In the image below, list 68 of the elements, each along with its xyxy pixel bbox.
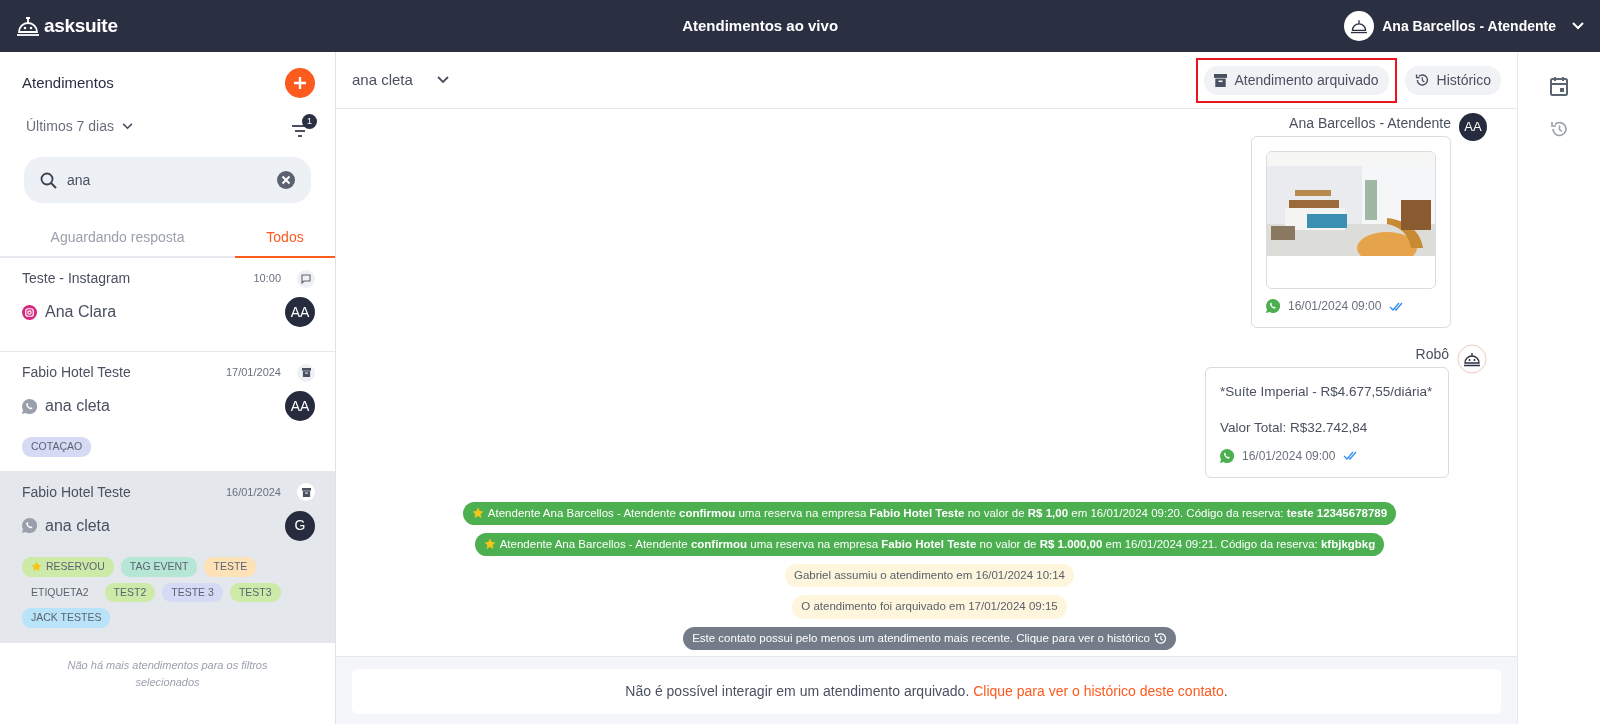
reservation-event: Atendente Ana Barcellos - Atendente confirmou uma reserva na empresa Fabio Hotel Teste no valor de R$ 1.000,00 em 16/01/2024 09:21. Código da reserva: kfbjkgbkg bbox=[474, 532, 1385, 556]
archive-icon bbox=[1213, 73, 1227, 87]
whatsapp-icon bbox=[1266, 299, 1280, 313]
star-icon bbox=[471, 507, 484, 520]
caret-icon[interactable] bbox=[121, 123, 133, 130]
tag: RESERVOU bbox=[22, 556, 114, 577]
tag: TESTE 3 bbox=[162, 582, 223, 603]
user-name[interactable]: Ana Barcellos - Atendente bbox=[1382, 15, 1556, 37]
conversation-item[interactable]: Fabio Hotel Teste 17/01/2024 ana cleta AA COTAÇAO bbox=[0, 352, 335, 472]
tag: JACK TESTES bbox=[22, 608, 111, 628]
history-icon bbox=[1153, 631, 1167, 645]
plus-icon bbox=[293, 76, 307, 90]
period-dropdown[interactable]: Últimos 7 dias bbox=[26, 116, 114, 137]
conversation-title: Fabio Hotel Teste bbox=[22, 482, 132, 502]
history-icon bbox=[1414, 73, 1429, 87]
history-icon[interactable] bbox=[1550, 120, 1568, 138]
message-time: 16/01/2024 09:00 bbox=[1242, 447, 1336, 465]
archived-status-button[interactable]: Atendimento arquivado bbox=[1203, 65, 1389, 95]
agent-avatar: AA bbox=[285, 391, 315, 421]
sender-name: Ana Barcellos - Atendente bbox=[1289, 114, 1451, 133]
logo-icon bbox=[16, 15, 40, 37]
system-event: Gabriel assumiu o atendimento em 16/01/2024 10:14 bbox=[784, 564, 1075, 588]
search-input[interactable]: ana bbox=[65, 168, 269, 192]
system-event: O atendimento foi arquivado em 17/01/2024 09:15 bbox=[792, 595, 1067, 619]
tag: TEST3 bbox=[229, 582, 281, 603]
contact-name: ana cleta bbox=[45, 396, 111, 416]
search-icon bbox=[40, 171, 57, 189]
search-field[interactable]: ana bbox=[24, 157, 311, 203]
filter-count-badge: 1 bbox=[302, 114, 317, 129]
sidebar-title: Atendimentos bbox=[22, 72, 114, 93]
reservation-event: Atendente Ana Barcellos - Atendente confirmou uma reserva na empresa Fabio Hotel Teste no valor de R$ 1,00 em 16/01/2024 09:20. Código da reserva: teste 12345678789 bbox=[462, 501, 1397, 525]
conversation-time: 10:00 bbox=[253, 271, 281, 287]
star-icon bbox=[483, 538, 496, 551]
tag: ETIQUETA2 bbox=[22, 582, 98, 603]
message-text: *Suíte Imperial - R$4.677,55/diária* bbox=[1220, 383, 1434, 401]
star-icon bbox=[31, 561, 42, 573]
agent-avatar: G bbox=[285, 510, 315, 541]
agent-avatar: AA bbox=[1459, 113, 1487, 141]
end-of-list-note: Não há mais atendimentos para os filtros selecionados bbox=[67, 658, 268, 690]
caret-icon[interactable] bbox=[436, 76, 449, 84]
conversation-time: 16/01/2024 bbox=[225, 485, 281, 500]
contact-name: ana cleta bbox=[45, 515, 111, 536]
page-title: Atendimentos ao vivo bbox=[682, 16, 839, 34]
tag: TEST2 bbox=[104, 582, 156, 603]
user-avatar[interactable] bbox=[1344, 11, 1375, 41]
clear-icon[interactable] bbox=[277, 171, 295, 189]
message-text: Valor Total: R$32.742,84 bbox=[1220, 419, 1369, 438]
history-button[interactable]: Histórico bbox=[1404, 65, 1501, 95]
conversation-title: Fabio Hotel Teste bbox=[22, 363, 132, 382]
archived-notice: Não é possível interagir em um atendimento arquivado. Clique para ver o histórico deste contato. bbox=[352, 669, 1501, 714]
whatsapp-icon bbox=[1220, 448, 1234, 463]
logo-text: asksuite bbox=[44, 13, 118, 38]
tag: TAG EVENT bbox=[120, 556, 198, 577]
conversation-time: 17/01/2024 bbox=[225, 365, 281, 381]
tag: COTAÇAO bbox=[22, 437, 92, 457]
robot-avatar bbox=[1457, 344, 1487, 374]
sender-name: Robô bbox=[1415, 345, 1449, 364]
conversation-title: Teste - Instagram bbox=[22, 269, 132, 288]
contact-dropdown[interactable]: ana cleta bbox=[352, 68, 413, 92]
add-button[interactable] bbox=[285, 68, 315, 98]
conversation-item[interactable]: Fabio Hotel Teste 16/01/2024 ana cleta G RESERVOU TAG EVENT TESTE ETIQUETA2 TEST2 TESTE 3 TEST3 JACK TESTES bbox=[0, 471, 335, 643]
conversation-item[interactable]: Teste - Instagram 10:00 Ana Clara AA bbox=[0, 258, 335, 352]
tag: TESTE bbox=[204, 556, 257, 577]
contact-name: Ana Clara bbox=[45, 302, 118, 322]
agent-avatar: AA bbox=[285, 297, 315, 327]
message-time: 16/01/2024 09:00 bbox=[1288, 298, 1382, 315]
calendar-icon[interactable] bbox=[1550, 76, 1568, 96]
newer-contact-notice[interactable]: Este contato possui pelo menos um atendimento mais recente. Clique para ver o histórico bbox=[683, 626, 1176, 650]
